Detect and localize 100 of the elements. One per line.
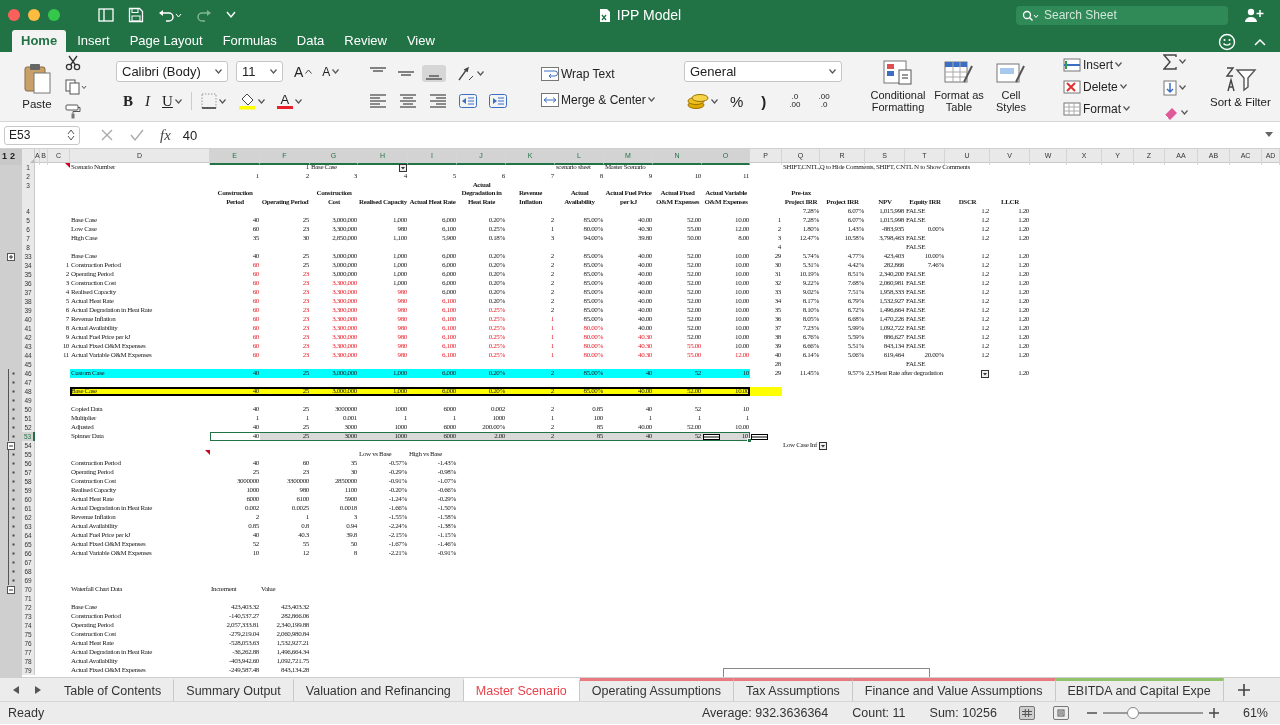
decrease-decimal-button[interactable]: .00 .0: [812, 92, 836, 110]
sidebar-icon[interactable]: [98, 8, 114, 22]
dropdown-button[interactable]: [818, 441, 827, 450]
ribbon-tab[interactable]: Data: [287, 30, 334, 52]
sheet-tab[interactable]: Finance and Value Assumptions: [852, 678, 1056, 701]
outline-level-button[interactable]: 1: [2, 149, 7, 165]
fill-down-icon: [1163, 79, 1177, 96]
italic-button[interactable]: I: [142, 90, 153, 112]
page-layout-view-button[interactable]: [1052, 706, 1069, 720]
status-text: Ready: [8, 706, 45, 720]
percent-button[interactable]: %: [727, 90, 747, 112]
bottom-align-button[interactable]: [422, 65, 446, 82]
wrap-text-icon: [541, 66, 559, 81]
status-average: Average: 932.3636364: [702, 706, 829, 720]
up-caret-icon: [305, 69, 313, 74]
ribbon-tab[interactable]: Review: [335, 30, 396, 52]
zoom-button[interactable]: [48, 9, 60, 21]
dropdown-button[interactable]: [399, 163, 407, 172]
merge-icon: [541, 92, 559, 107]
sheet-tab[interactable]: EBITDA and Capital Expe: [1055, 678, 1224, 701]
search-field[interactable]: Search Sheet: [1016, 5, 1228, 25]
sort-filter-icon: [1223, 65, 1258, 93]
zoom-level[interactable]: 61%: [1242, 706, 1268, 720]
caret-icon: [647, 97, 655, 102]
format-cells-button[interactable]: Format: [1060, 99, 1140, 118]
shrink-font-button[interactable]: A: [319, 62, 343, 81]
zoom-in-icon[interactable]: [1208, 708, 1219, 718]
font-name-field[interactable]: Calibri (Body): [116, 61, 228, 82]
font-size-field[interactable]: 11: [236, 61, 283, 82]
insert-function-button[interactable]: fx: [160, 126, 171, 144]
clipboard-icon: [22, 63, 52, 95]
styles-button[interactable]: Cell Styles: [988, 56, 1034, 115]
next-sheet-icon[interactable]: [34, 684, 42, 695]
format-painter-icon[interactable]: [65, 102, 81, 119]
caret-icon: [294, 98, 302, 104]
smiley-icon[interactable]: [1218, 33, 1236, 51]
caret-icon: [332, 69, 340, 74]
sheet-tab[interactable]: Tax Assumptions: [734, 678, 853, 701]
font-color-button[interactable]: A: [273, 91, 305, 111]
collapse-icon[interactable]: [7, 585, 15, 594]
bottom-align-icon: [426, 75, 442, 80]
outline-level-button[interactable]: 2: [10, 149, 16, 165]
delete-cells-button[interactable]: Delete: [1060, 77, 1140, 96]
formula-field[interactable]: 40: [182, 127, 1264, 143]
spinner-control[interactable]: [703, 433, 720, 440]
ribbon-tab[interactable]: View: [397, 30, 444, 52]
dropdown-button[interactable]: [981, 369, 989, 378]
name-box[interactable]: E53: [4, 125, 80, 145]
customize-caret-icon[interactable]: [226, 11, 236, 19]
collapse-ribbon-icon[interactable]: [1254, 38, 1266, 46]
add-sheet-icon[interactable]: [1237, 683, 1250, 696]
save-icon[interactable]: [128, 7, 144, 23]
underline-button[interactable]: U: [159, 90, 185, 112]
copy-icon[interactable]: [65, 78, 87, 95]
paste-button[interactable]: Paste: [19, 59, 55, 114]
caret-icon: [1179, 85, 1186, 90]
format-cells-icon: [1063, 101, 1081, 116]
borders-icon: [200, 93, 217, 109]
merge-center-button[interactable]: Merge & Center: [538, 90, 668, 109]
ribbon-tab[interactable]: Insert: [68, 30, 119, 52]
paint-bucket-icon: [237, 92, 256, 110]
table-format-icon: [944, 58, 974, 86]
ribbon-tab[interactable]: Home: [12, 30, 67, 52]
ribbon-tab[interactable]: Page Layout: [120, 30, 212, 52]
styles-button[interactable]: Format as Table: [932, 56, 986, 115]
caret-icon: [257, 98, 265, 104]
sheet-tab[interactable]: Master Scenario: [463, 678, 580, 701]
outdent-icon: [459, 93, 477, 108]
comma-style-button[interactable]: ): [758, 90, 770, 112]
decrease-indent-button[interactable]: [456, 91, 480, 110]
spinner-control[interactable]: [751, 433, 768, 440]
minimize-button[interactable]: [28, 9, 40, 21]
collapse-icon[interactable]: [7, 441, 15, 450]
sort-filter-button[interactable]: Sort & Filter: [1207, 61, 1274, 112]
previous-sheet-icon[interactable]: [12, 684, 20, 695]
undo-icon[interactable]: [158, 8, 182, 22]
expand-formula-icon[interactable]: [1264, 131, 1274, 139]
caret-icon: [218, 98, 226, 104]
normal-view-button[interactable]: [1018, 706, 1035, 720]
wrap-text-button[interactable]: Wrap Text: [538, 64, 668, 83]
sheet-tab[interactable]: Operating Assumptions: [579, 678, 735, 701]
indent-icon: [489, 93, 507, 108]
bold-button[interactable]: B: [120, 90, 136, 112]
ribbon-tab[interactable]: Formulas: [213, 30, 286, 52]
scissors-icon[interactable]: [65, 54, 81, 71]
insert-cells-button[interactable]: Insert: [1060, 55, 1140, 74]
increase-decimal-button[interactable]: .0 .00: [783, 92, 807, 110]
expand-icon[interactable]: [7, 252, 15, 261]
add-person-icon[interactable]: [1244, 7, 1264, 23]
sigma-icon: [1163, 53, 1177, 70]
redo-icon[interactable]: [196, 8, 212, 22]
grow-font-button[interactable]: A: [291, 61, 316, 82]
number-format-field[interactable]: General: [684, 61, 842, 82]
grid-icon: [1021, 709, 1032, 717]
zoom-slider[interactable]: [1126, 707, 1139, 719]
insert-rows-icon: [1063, 57, 1081, 72]
styles-button[interactable]: Conditional Formatting: [866, 56, 930, 115]
conditional-format-icon: [883, 58, 913, 86]
increase-indent-button[interactable]: [486, 91, 510, 110]
workbook-icon: [598, 7, 611, 23]
